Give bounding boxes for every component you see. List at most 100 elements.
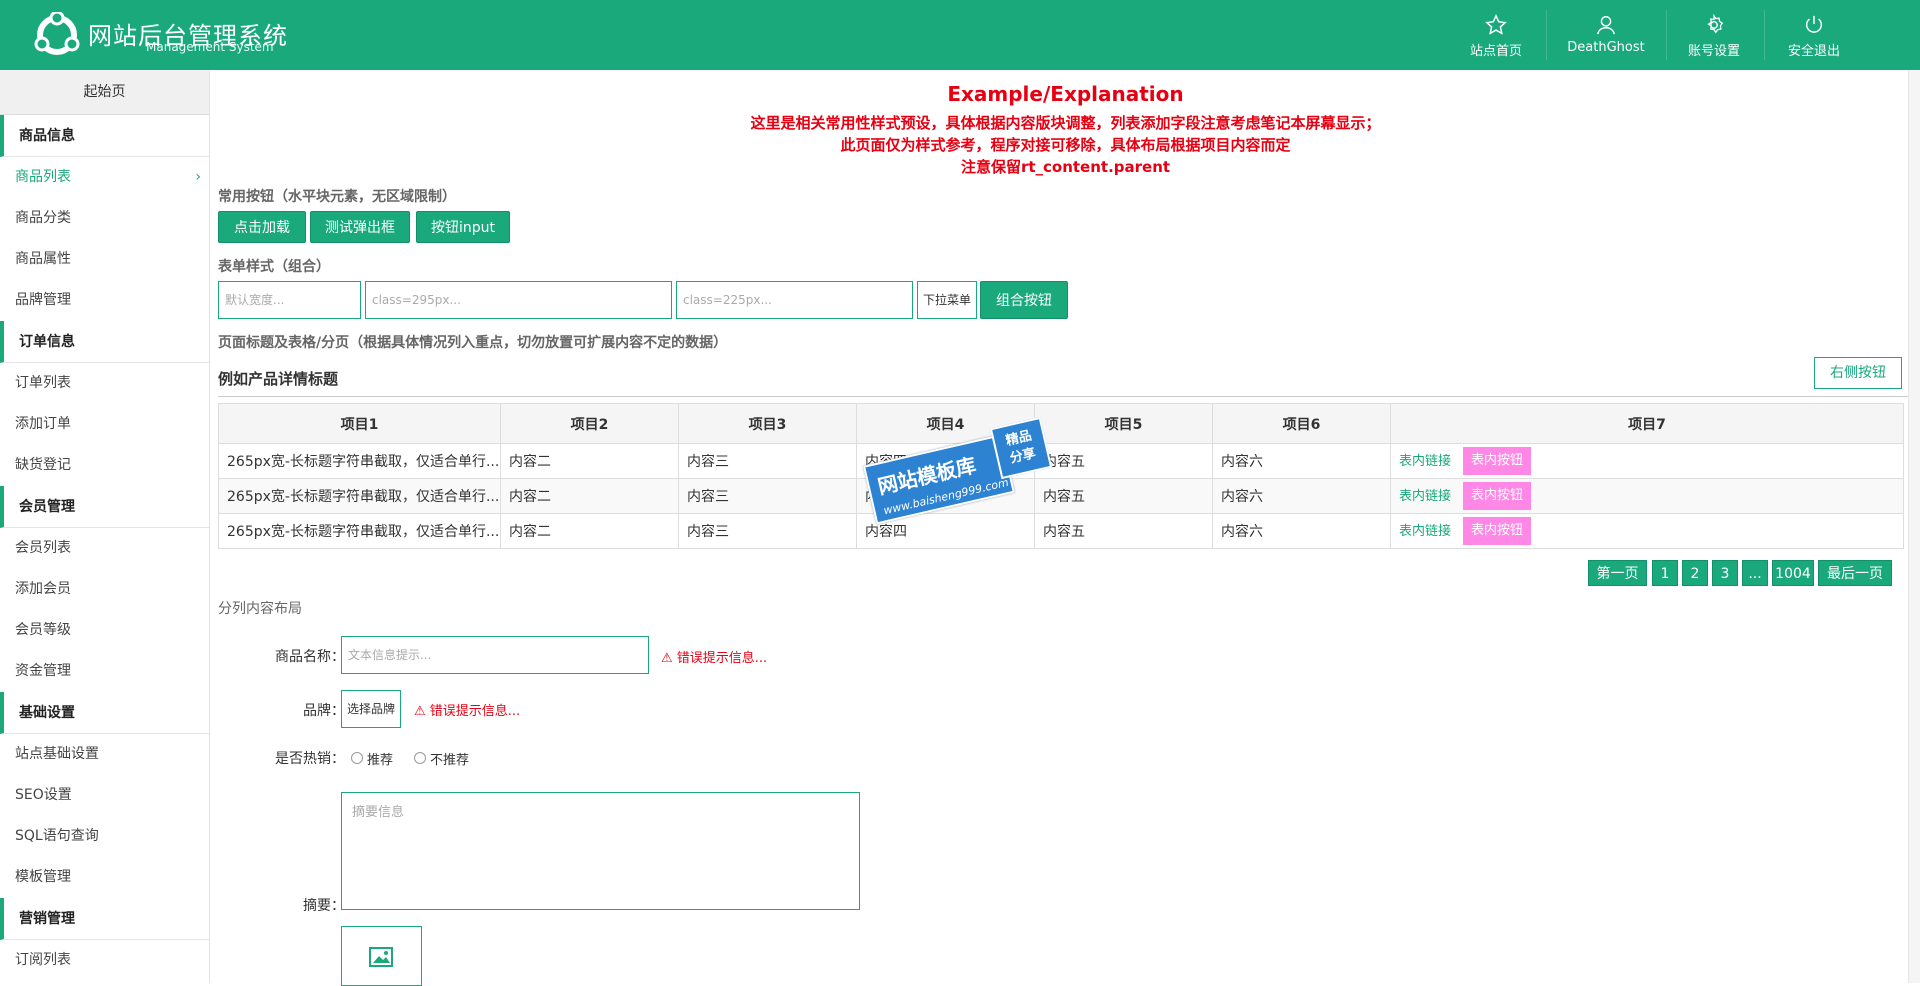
sidebar-item-templates[interactable]: 模板管理 bbox=[0, 857, 209, 898]
image-upload-icon bbox=[369, 947, 393, 967]
summary-label: 摘要： bbox=[303, 898, 345, 914]
radio-label: 不推荐 bbox=[430, 753, 470, 768]
upload-image-button[interactable] bbox=[341, 926, 422, 986]
row-button[interactable]: 表内按钮 bbox=[1463, 517, 1532, 545]
pager-last[interactable]: 最后一页 bbox=[1818, 560, 1892, 586]
right-side-button[interactable]: 右侧按钮 bbox=[1814, 357, 1902, 389]
pager-page[interactable]: 2 bbox=[1682, 560, 1708, 586]
table-header-row: 项目1 项目2 项目3 项目4 项目5 项目6 项目7 bbox=[218, 403, 1904, 444]
chevron-right-icon: › bbox=[195, 169, 201, 185]
app-subtitle: Management System bbox=[146, 40, 274, 54]
sidebar-item-subscriptions[interactable]: 订阅列表 bbox=[0, 940, 209, 981]
nav-logout[interactable]: 安全退出 bbox=[1754, 0, 1874, 70]
sidebar-group-orders[interactable]: 订单信息 bbox=[0, 321, 209, 363]
wide-input[interactable]: class=295px... bbox=[365, 281, 672, 319]
default-width-input[interactable]: 默认宽度... bbox=[218, 281, 361, 319]
sidebar-item-brand[interactable]: 品牌管理 bbox=[0, 280, 209, 321]
radio-recommend[interactable] bbox=[351, 752, 363, 764]
sidebar-item-stockout[interactable]: 缺货登记 bbox=[0, 445, 209, 486]
table-actions: 表内链接 表内按钮 bbox=[1390, 513, 1904, 549]
product-name-label: 商品名称： bbox=[275, 649, 345, 665]
row-link[interactable]: 表内链接 bbox=[1399, 454, 1451, 469]
table-cell: 内容三 bbox=[678, 478, 857, 514]
explanation-line: 注意保留rt_content.parent bbox=[960, 158, 1171, 176]
sidebar-item-label: 商品列表 bbox=[15, 169, 71, 185]
row-link[interactable]: 表内链接 bbox=[1399, 524, 1451, 539]
column-header[interactable]: 项目2 bbox=[500, 403, 679, 444]
table-cell: 内容六 bbox=[1212, 443, 1391, 479]
select-brand-button[interactable]: 选择品牌 bbox=[341, 690, 401, 728]
table-cell: 内容二 bbox=[500, 478, 679, 514]
table-cell: 265px宽-长标题字符串截取，仅适合单行... bbox=[218, 513, 501, 549]
row-button[interactable]: 表内按钮 bbox=[1463, 482, 1532, 510]
section-title-split: 分列内容布局 bbox=[218, 601, 302, 617]
column-header[interactable]: 项目6 bbox=[1212, 403, 1391, 444]
column-header[interactable]: 项目1 bbox=[218, 403, 501, 444]
row-button[interactable]: 表内按钮 bbox=[1463, 447, 1532, 475]
table-row: 265px宽-长标题字符串截取，仅适合单行... 内容二 内容三 内容四 内容五… bbox=[218, 443, 1904, 479]
row-link[interactable]: 表内链接 bbox=[1399, 489, 1451, 504]
sidebar-group-goods[interactable]: 商品信息 bbox=[0, 115, 209, 157]
table-actions: 表内链接 表内按钮 bbox=[1390, 443, 1904, 479]
sidebar-item-sql[interactable]: SQL语句查询 bbox=[0, 816, 209, 857]
sidebar-item-seo[interactable]: SEO设置 bbox=[0, 775, 209, 816]
sidebar-home[interactable]: 起始页 bbox=[0, 70, 209, 115]
sidebar-item-order-list[interactable]: 订单列表 bbox=[0, 363, 209, 404]
scrollbar[interactable] bbox=[1908, 70, 1920, 983]
pager-page[interactable]: 3 bbox=[1712, 560, 1738, 586]
input-button[interactable]: 按钮input bbox=[416, 211, 510, 243]
hot-sale-label: 是否热销： bbox=[275, 751, 345, 767]
table-cell: 内容三 bbox=[678, 443, 857, 479]
pager-ellipsis[interactable]: ... bbox=[1742, 560, 1768, 586]
radio-label: 推荐 bbox=[367, 753, 394, 768]
table-row: 265px宽-长标题字符串截取，仅适合单行... 内容二 内容三 内容四 内容五… bbox=[218, 478, 1904, 514]
column-header[interactable]: 项目5 bbox=[1034, 403, 1213, 444]
divider bbox=[218, 396, 1912, 397]
dropdown-select[interactable]: 下拉菜单 bbox=[917, 281, 977, 319]
sidebar-item-member-list[interactable]: 会员列表 bbox=[0, 528, 209, 569]
nav-user[interactable]: DeathGhost bbox=[1546, 0, 1666, 70]
section-title-buttons: 常用按钮（水平块元素，无区域限制） bbox=[218, 189, 456, 205]
sidebar-item-goods-category[interactable]: 商品分类 bbox=[0, 198, 209, 239]
table-cell: 内容六 bbox=[1212, 513, 1391, 549]
sidebar-item-site-settings[interactable]: 站点基础设置 bbox=[0, 734, 209, 775]
radio-not-recommend[interactable] bbox=[414, 752, 426, 764]
load-button[interactable]: 点击加载 bbox=[218, 211, 306, 243]
nav-label: DeathGhost bbox=[1567, 40, 1645, 55]
popup-test-button[interactable]: 测试弹出框 bbox=[310, 211, 410, 243]
sidebar-item-funds[interactable]: 资金管理 bbox=[0, 651, 209, 692]
table-row: 265px宽-长标题字符串截取，仅适合单行... 内容二 内容三 内容四 内容五… bbox=[218, 513, 1904, 549]
detail-title: 例如产品详情标题 bbox=[218, 370, 339, 388]
table-cell: 265px宽-长标题字符串截取，仅适合单行... bbox=[218, 478, 501, 514]
sidebar-item-add-order[interactable]: 添加订单 bbox=[0, 404, 209, 445]
watermark-tag: 精品 分享 bbox=[989, 416, 1053, 480]
table-cell: 内容五 bbox=[1034, 443, 1213, 479]
column-header[interactable]: 项目7 bbox=[1390, 403, 1904, 444]
sidebar-group-basic[interactable]: 基础设置 bbox=[0, 692, 209, 734]
table-cell: 内容五 bbox=[1034, 513, 1213, 549]
group-button[interactable]: 组合按钮 bbox=[980, 281, 1068, 319]
table-actions: 表内链接 表内按钮 bbox=[1390, 478, 1904, 514]
pager-first[interactable]: 第一页 bbox=[1588, 560, 1647, 586]
pager-page[interactable]: 1004 bbox=[1772, 560, 1814, 586]
column-header[interactable]: 项目3 bbox=[678, 403, 857, 444]
sidebar-item-add-member[interactable]: 添加会员 bbox=[0, 569, 209, 610]
summary-textarea[interactable]: 摘要信息 bbox=[341, 792, 860, 910]
brand-label: 品牌： bbox=[303, 703, 345, 719]
sidebar-item-goods-list[interactable]: 商品列表 › bbox=[0, 157, 209, 198]
medium-input[interactable]: class=225px... bbox=[676, 281, 913, 319]
sidebar-group-members[interactable]: 会员管理 bbox=[0, 486, 209, 528]
nav-label: 站点首页 bbox=[1469, 44, 1522, 59]
sidebar-group-marketing[interactable]: 营销管理 bbox=[0, 898, 209, 940]
explanation-title: Example/Explanation bbox=[947, 82, 1184, 106]
product-name-input[interactable]: 文本信息提示... bbox=[341, 636, 649, 674]
pager-page[interactable]: 1 bbox=[1652, 560, 1678, 586]
star-icon bbox=[1485, 14, 1507, 35]
section-title-table: 页面标题及表格/分页（根据具体情况列入重点，切勿放置可扩展内容不定的数据） bbox=[218, 335, 728, 351]
table-cell: 内容二 bbox=[500, 513, 679, 549]
table-cell: 内容六 bbox=[1212, 478, 1391, 514]
sidebar-item-goods-attr[interactable]: 商品属性 bbox=[0, 239, 209, 280]
nav-site-home[interactable]: 站点首页 bbox=[1436, 0, 1556, 70]
sidebar-item-member-level[interactable]: 会员等级 bbox=[0, 610, 209, 651]
table-cell: 内容二 bbox=[500, 443, 679, 479]
